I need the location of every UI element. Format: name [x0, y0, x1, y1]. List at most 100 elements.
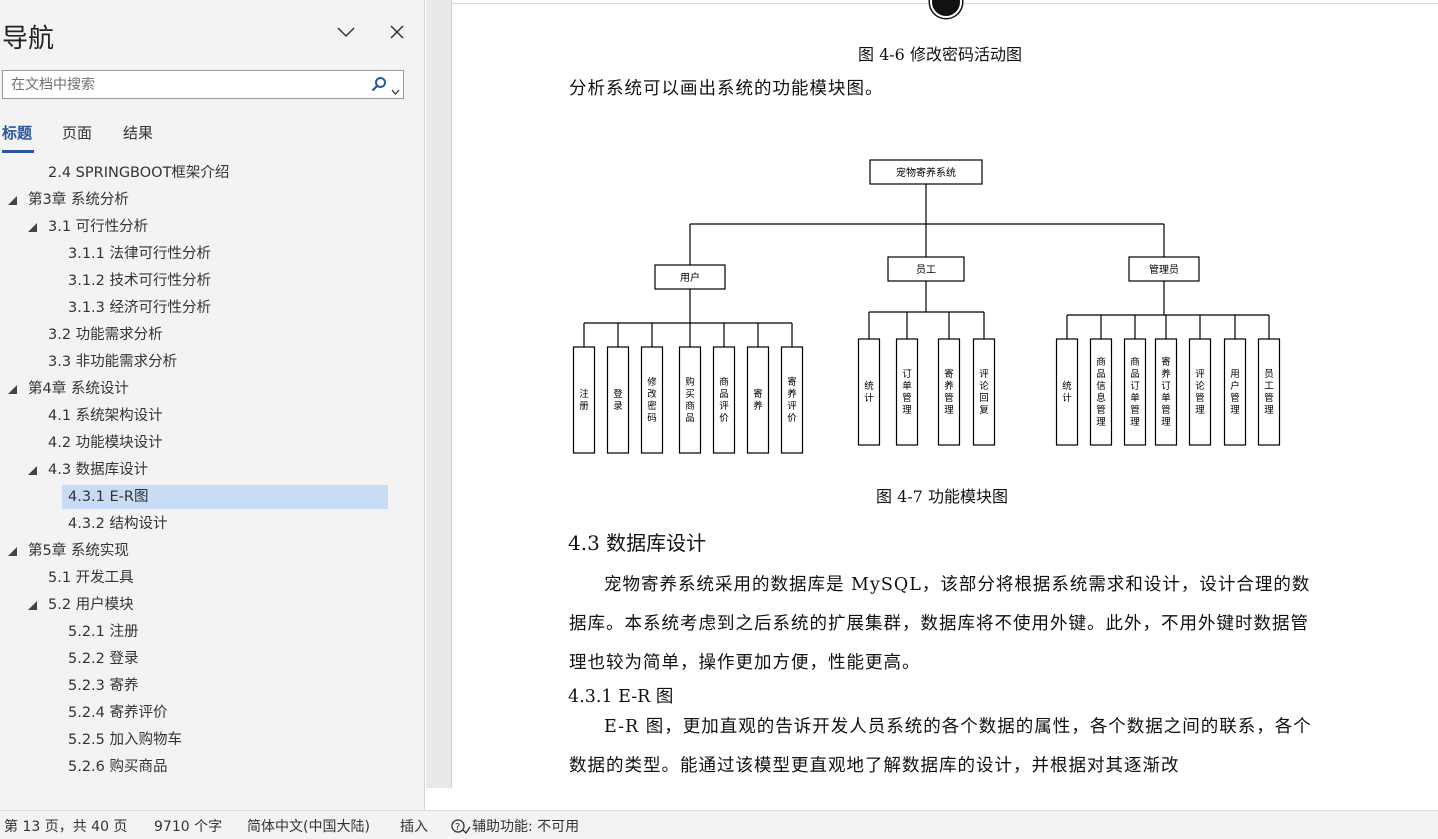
accessibility-status[interactable]: 辅助功能: 不可用 — [472, 816, 579, 836]
tab-results[interactable]: 结果 — [123, 122, 153, 143]
page-count[interactable]: 第 13 页，共 40 页 — [4, 816, 127, 836]
tree-item[interactable]: 4.3.2 结构设计 — [68, 512, 168, 536]
section-heading-4-3-1: 4.3.1 E-R 图 — [568, 687, 674, 707]
tree-item-label: 3.1 可行性分析 — [48, 219, 149, 235]
figure-caption-4-6: 图 4-6 修改密码活动图 — [858, 45, 1022, 64]
section-heading-4-3: 4.3 数据库设计 — [568, 531, 707, 555]
diagram-child-box — [895, 338, 919, 446]
tree-item[interactable]: 4.1 系统架构设计 — [48, 404, 163, 428]
close-icon — [389, 24, 405, 40]
figure-caption-4-7: 图 4-7 功能模块图 — [876, 487, 1008, 506]
word-count[interactable]: 9710 个字 — [154, 816, 222, 836]
tree-item-label: 3.1.1 法律可行性分析 — [68, 246, 212, 262]
tree-item-label: 3.1.3 经济可行性分析 — [68, 300, 212, 316]
diagram-child-label: 评论回复 — [979, 369, 989, 416]
active-tab-indicator — [2, 150, 34, 153]
function-module-diagram: 宠物寄养系统 用户 注册 登录 修改密码 购买商品 商品评价 寄养 寄养评价 员工 统计 订单管理 寄养… — [566, 155, 1286, 460]
tree-item-label: 5.2.4 寄养评价 — [68, 705, 168, 721]
diagram-root-label: 宠物寄养系统 — [896, 166, 956, 179]
search-options-chevron-icon[interactable] — [391, 80, 400, 99]
diagram-child-box — [1188, 338, 1212, 446]
tree-item[interactable]: 5.1 开发工具 — [48, 566, 134, 590]
diagram-child-box — [1089, 338, 1113, 446]
search-input[interactable] — [3, 71, 363, 98]
tree-item-label: 5.2 用户模块 — [48, 597, 134, 613]
tree-item[interactable]: 5.2.4 寄养评价 — [68, 701, 168, 725]
tab-headings[interactable]: 标题 — [2, 122, 32, 143]
diagram-child-box — [780, 346, 804, 454]
navigation-pane: 导航 标题 页面 结果 2.4 SPRINGBOOT框架介绍第3章 系统分析 3.… — [0, 0, 425, 810]
tree-item[interactable]: 第5章 系统实现 — [28, 539, 129, 563]
diagram-child-box — [972, 338, 996, 446]
tree-item[interactable]: 5.2.5 加入购物车 — [68, 728, 182, 752]
tree-item[interactable]: 3.1.3 经济可行性分析 — [68, 296, 211, 320]
diagram-child-box — [937, 338, 961, 446]
tree-item-label: 4.1 系统架构设计 — [48, 408, 163, 424]
diagram-child-label: 用户管理 — [1230, 369, 1240, 416]
tree-item-label: 3.1.2 技术可行性分析 — [68, 273, 212, 289]
nav-title: 导航 — [2, 24, 55, 54]
insert-mode[interactable]: 插入 — [400, 816, 428, 836]
tree-item[interactable]: 第3章 系统分析 — [28, 188, 129, 212]
tree-item-label: 5.2.6 购买商品 — [68, 759, 168, 775]
tree-item[interactable]: 5.2.1 注册 — [68, 620, 139, 644]
tree-item-label: 5.2.1 注册 — [68, 624, 139, 640]
tree-item-label: 第3章 系统分析 — [28, 192, 129, 208]
diagram-child-label: 评论管理 — [1195, 369, 1205, 416]
tree-item-label: 5.2.2 登录 — [68, 651, 139, 667]
tree-item-label: 3.2 功能需求分析 — [48, 327, 163, 343]
tree-item[interactable]: 4.2 功能模块设计 — [48, 431, 163, 455]
tree-item[interactable]: 第4章 系统设计 — [28, 377, 129, 401]
tree-item-label: 4.3 数据库设计 — [48, 462, 149, 478]
language-indicator[interactable]: 简体中文(中国大陆) — [247, 816, 370, 836]
search-icon[interactable] — [371, 76, 387, 96]
tree-item-label: 2.4 SPRINGBOOT框架介绍 — [48, 165, 230, 181]
tree-item-selected[interactable]: 4.3.1 E-R图 — [62, 485, 388, 509]
tree-item[interactable]: 3.1.1 法律可行性分析 — [68, 242, 211, 266]
diagram-child-box — [572, 346, 596, 454]
page-margin — [426, 0, 452, 788]
diagram-child-label: 员工管理 — [1264, 369, 1274, 416]
diagram-child-box — [1123, 338, 1147, 446]
diagram-child-box — [1257, 338, 1281, 446]
tree-item[interactable]: 5.2 用户模块 — [48, 593, 134, 617]
intro-paragraph: 分析系统可以画出系统的功能模块图。 — [569, 79, 884, 99]
paragraph-er: E-R 图，更加直观的告诉开发人员系统的各个数据的属性，各个数据之间的联系，各个… — [569, 717, 1312, 776]
activity-end-node — [930, 0, 962, 18]
diagram-child-box — [857, 338, 881, 446]
tree-item-label: 5.1 开发工具 — [48, 570, 134, 586]
tree-item-label: 第5章 系统实现 — [28, 543, 129, 559]
diagram-child-box — [1154, 338, 1178, 446]
diagram-child-box — [678, 346, 702, 454]
tree-item-label: 第4章 系统设计 — [28, 381, 129, 397]
paragraph-database: 宠物寄养系统采用的数据库是 MySQL，该部分将根据系统需求和设计，设计合理的数… — [569, 575, 1311, 673]
tree-item[interactable]: 3.2 功能需求分析 — [48, 323, 163, 347]
diagram-child-box — [1055, 338, 1079, 446]
tree-item-label: 5.2.3 寄养 — [68, 678, 139, 694]
svg-text:?: ? — [455, 822, 460, 833]
tree-item[interactable]: 5.2.3 寄养 — [68, 674, 139, 698]
diagram-child-label: 订单管理 — [902, 369, 912, 416]
diagram-group-label: 用户 — [680, 271, 700, 284]
tab-pages[interactable]: 页面 — [62, 122, 92, 143]
tree-item-label: 3.3 非功能需求分析 — [48, 354, 178, 370]
tree-item[interactable]: 3.1.2 技术可行性分析 — [68, 269, 211, 293]
diagram-group-label: 管理员 — [1149, 263, 1179, 276]
tree-item[interactable]: 5.2.2 登录 — [68, 647, 139, 671]
nav-options-button[interactable] — [334, 20, 358, 44]
tree-item[interactable]: 3.1 可行性分析 — [48, 215, 148, 239]
diagram-child-box — [712, 346, 736, 454]
chevron-down-icon — [337, 26, 355, 38]
tree-item[interactable]: 2.4 SPRINGBOOT框架介绍 — [48, 161, 229, 185]
tree-item[interactable]: 3.3 非功能需求分析 — [48, 350, 177, 374]
nav-close-button[interactable] — [385, 20, 409, 44]
status-bar: 第 13 页，共 40 页 9710 个字 简体中文(中国大陆) 插入 ? 辅助… — [0, 810, 1438, 839]
search-box — [2, 70, 404, 99]
tree-item[interactable]: 4.3 数据库设计 — [48, 458, 148, 482]
accessibility-icon[interactable]: ? — [451, 818, 471, 838]
diagram-group-label: 员工 — [916, 264, 936, 276]
nav-tabs: 标题 页面 结果 — [0, 120, 420, 154]
document-area: 图 4-6 修改密码活动图 分析系统可以画出系统的功能模块图。 宠物寄养系统用户… — [426, 0, 1438, 788]
tree-item[interactable]: 5.2.6 购买商品 — [68, 755, 168, 779]
diagram-child-box — [1223, 338, 1247, 446]
